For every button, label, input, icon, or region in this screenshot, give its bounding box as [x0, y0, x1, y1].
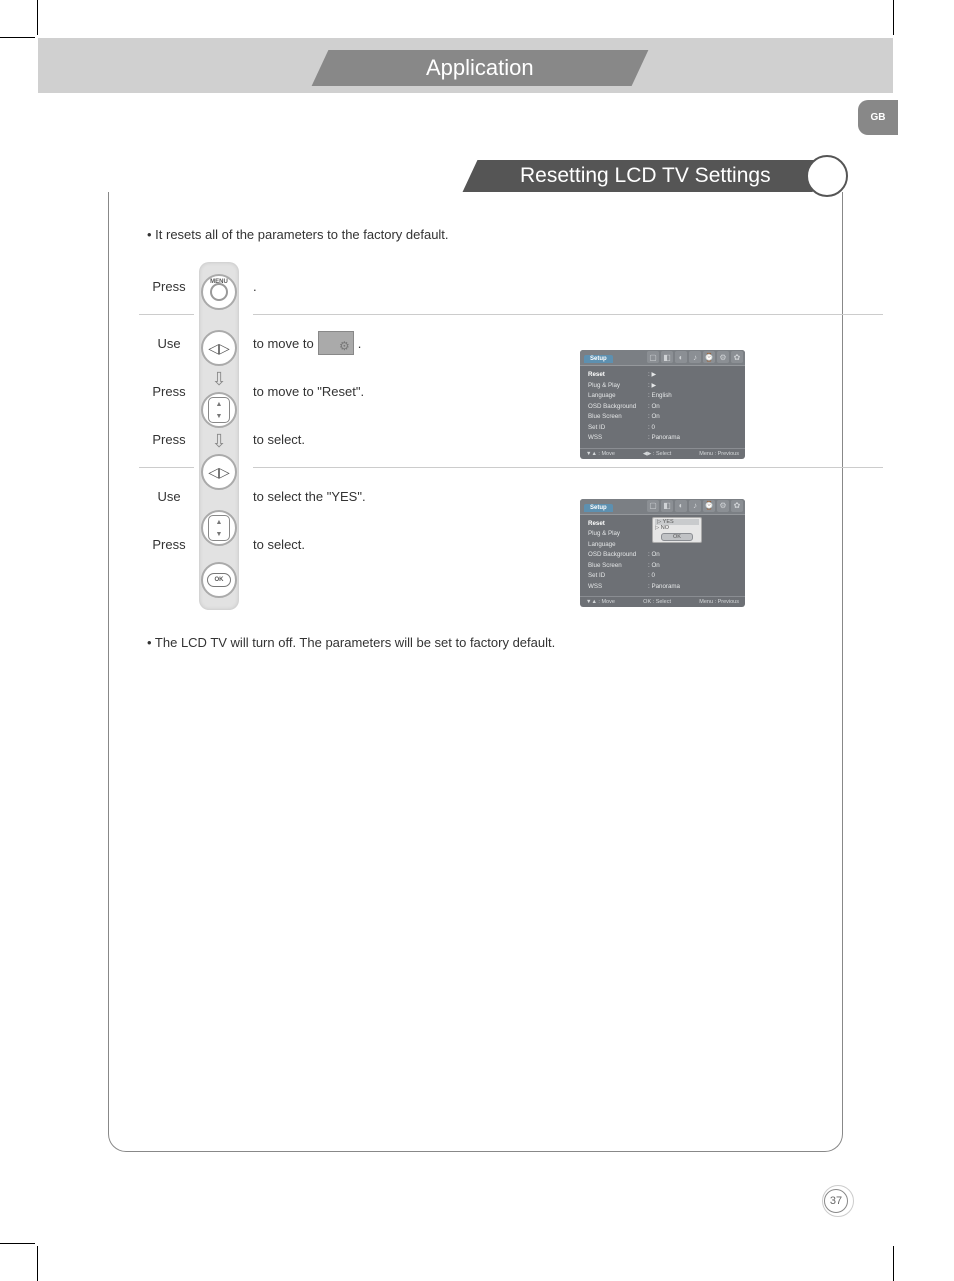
menu-button-icon: MENU: [199, 272, 239, 312]
osd-tab-icons: ▢ ◧ ◐ ♪ ⌚ ⚙ ✿: [647, 500, 743, 512]
step-desc: to select.: [253, 432, 305, 447]
osd-hint: OK : Select: [643, 599, 671, 605]
osd-footer: ▼▲ : Move OK : Select Menu : Previous: [580, 596, 745, 607]
osd-row: Blue Screen: On: [588, 561, 737, 572]
osd-hint: Menu : Previous: [699, 451, 739, 457]
step-action: Press: [139, 432, 199, 447]
osd-hint: ▼▲ : Move: [586, 599, 615, 605]
step-action: Use: [139, 336, 199, 351]
section-title-banner: Resetting LCD TV Settings: [463, 160, 828, 192]
osd-tab-icon: ◧: [661, 500, 673, 512]
step-action: Press: [139, 537, 199, 552]
step-action: Press: [139, 279, 199, 294]
osd-row: Plug & Play: ▶: [588, 381, 737, 392]
osd-hint: Menu : Previous: [699, 599, 739, 605]
osd-row: Reset: ▶: [588, 370, 737, 381]
crop-mark: [893, 1246, 894, 1281]
divider: [253, 314, 883, 315]
chapter-title-tab: Application: [312, 50, 649, 86]
step-desc: to move to: [253, 336, 314, 351]
popup-ok-button: OK: [661, 533, 693, 541]
osd-row: OSD Background: On: [588, 402, 737, 413]
left-right-button-icon: ◁▷: [199, 328, 239, 368]
step-desc: to move to "Reset".: [253, 384, 364, 399]
step-action: Press: [139, 384, 199, 399]
osd-hint: ◀▶ : Select: [643, 451, 671, 457]
up-down-button-icon: ▲▼: [199, 508, 239, 548]
down-arrow-button-icon: ▲▼: [199, 390, 239, 430]
section-title: Resetting LCD TV Settings: [520, 164, 771, 188]
divider: [139, 467, 194, 468]
crop-mark: [893, 0, 894, 35]
step-desc: .: [358, 336, 362, 351]
osd-row: Language: English: [588, 391, 737, 402]
osd-tab-icon: ◐: [675, 351, 687, 363]
osd-tab-icon: ◧: [661, 351, 673, 363]
osd-row: Set ID: 0: [588, 423, 737, 434]
divider: [139, 314, 194, 315]
osd-tab-icon: ✿: [731, 500, 743, 512]
crop-mark: [0, 37, 35, 38]
description-column: . to move to . to move to "Reset". to se…: [239, 262, 883, 610]
osd-illustrations: Setup ▢ ◧ ◐ ♪ ⌚ ⚙ ✿ Reset: ▶ Plug & Play…: [580, 350, 745, 647]
osd-tab-icon: ⚙: [717, 500, 729, 512]
remote-icon-column: MENU ◁▷ ⇩ ▲▼ ⇩ ◁▷ ▲▼ OK: [199, 262, 239, 610]
osd-footer: ▼▲ : Move ◀▶ : Select Menu : Previous: [580, 448, 745, 459]
down-arrow-icon: ⇩: [211, 372, 226, 386]
osd-row: OSD Background: On: [588, 550, 737, 561]
setup-tab-icon: [318, 331, 354, 355]
left-right-button-icon: ◁▷: [199, 452, 239, 492]
step-desc: .: [253, 279, 257, 294]
intro-note: • It resets all of the parameters to the…: [147, 227, 812, 242]
osd-panel-2: Setup ▢ ◧ ◐ ♪ ⌚ ⚙ ✿ Reset Plug & Play La…: [580, 499, 745, 608]
divider: [253, 467, 883, 468]
osd-tab-icon: ⚙: [717, 351, 729, 363]
action-column: Press Use Press Press Use Press: [139, 262, 199, 610]
osd-tab-icon: ◐: [675, 500, 687, 512]
crop-mark: [0, 1243, 35, 1244]
osd-tab-icon: ⌚: [703, 351, 715, 363]
page-number: 37: [824, 1189, 848, 1213]
osd-header: Setup ▢ ◧ ◐ ♪ ⌚ ⚙ ✿: [580, 499, 745, 515]
osd-tab-icon: ♪: [689, 500, 701, 512]
osd-tab: Setup: [584, 355, 613, 363]
ok-button-icon: OK: [199, 560, 239, 600]
language-tab: GB: [858, 100, 898, 135]
step-desc: to select the "YES".: [253, 489, 366, 504]
osd-header: Setup ▢ ◧ ◐ ♪ ⌚ ⚙ ✿: [580, 350, 745, 366]
osd-tab-icons: ▢ ◧ ◐ ♪ ⌚ ⚙ ✿: [647, 351, 743, 363]
popup-option-no: ▷ NO: [655, 525, 699, 531]
chapter-title: Application: [426, 55, 534, 81]
language-code: GB: [871, 112, 886, 123]
crop-mark: [37, 1246, 38, 1281]
osd-row: Blue Screen: On: [588, 412, 737, 423]
osd-hint: ▼▲ : Move: [586, 451, 615, 457]
osd-row: Set ID: 0: [588, 571, 737, 582]
osd-row: WSS: Panorama: [588, 582, 737, 593]
step-action: Use: [139, 489, 199, 504]
osd-tab-icon: ▢: [647, 500, 659, 512]
section-circle-icon: [806, 155, 848, 197]
osd-tab-icon: ✿: [731, 351, 743, 363]
osd-row: WSS: Panorama: [588, 433, 737, 444]
osd-body: Reset: ▶ Plug & Play: ▶ Language: Englis…: [580, 366, 745, 448]
step-desc: to select.: [253, 537, 305, 552]
osd-tab-icon: ⌚: [703, 500, 715, 512]
down-arrow-icon: ⇩: [211, 434, 226, 448]
osd-confirm-popup: ▷ YES ▷ NO OK: [652, 517, 702, 543]
content-frame: • It resets all of the parameters to the…: [108, 192, 843, 1152]
osd-tab: Setup: [584, 504, 613, 512]
osd-panel-1: Setup ▢ ◧ ◐ ♪ ⌚ ⚙ ✿ Reset: ▶ Plug & Play…: [580, 350, 745, 459]
crop-mark: [37, 0, 38, 35]
osd-tab-icon: ▢: [647, 351, 659, 363]
osd-tab-icon: ♪: [689, 351, 701, 363]
